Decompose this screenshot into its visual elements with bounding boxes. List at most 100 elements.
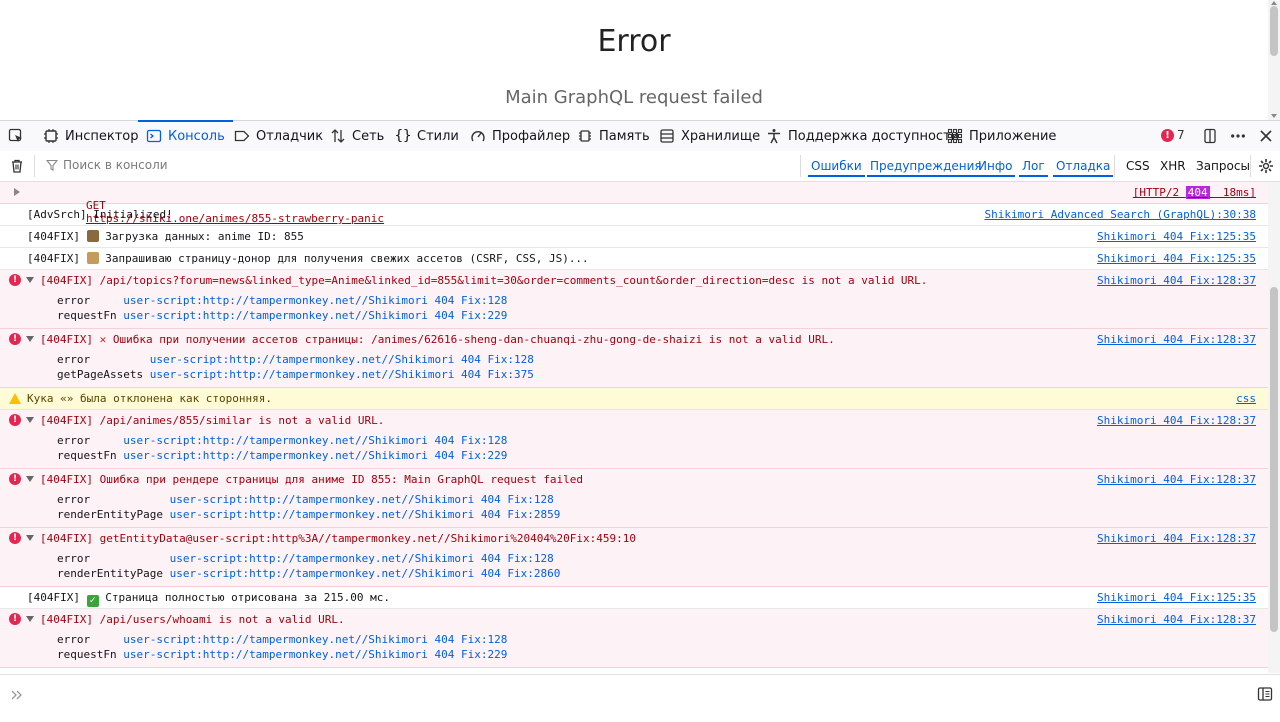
error-row[interactable]: ! [404FIX] getEntityData@user-script:htt… [0, 528, 1268, 587]
more-options-button[interactable] [1230, 121, 1246, 151]
page-subtitle: Main GraphQL request failed [505, 87, 763, 108]
collapse-icon[interactable] [26, 417, 34, 423]
close-icon [1258, 128, 1274, 144]
frame-location[interactable]: user-script:http://tampermonkey.net//Shi… [170, 493, 554, 506]
frame-function: requestFn [57, 309, 117, 322]
tab-inspector[interactable]: Инспектор [43, 121, 139, 151]
clear-console-button[interactable] [9, 158, 25, 177]
close-devtools-button[interactable] [1258, 121, 1274, 151]
filter-debug-toggle[interactable]: Отладка [1053, 159, 1114, 177]
scrollbar-thumb[interactable] [1270, 6, 1278, 56]
editor-mode-button[interactable] [1257, 686, 1273, 706]
error-icon: ! [9, 532, 21, 544]
dock-side-button[interactable] [1202, 121, 1218, 151]
tab-accessibility[interactable]: Поддержка доступности [766, 121, 959, 151]
log-source-link[interactable]: Shikimori 404 Fix:125:35 [1097, 591, 1256, 604]
tab-profiler[interactable]: Профайлер [470, 121, 570, 151]
tab-storage[interactable]: Хранилище [659, 121, 760, 151]
log-message: Страница полностью отрисована за 215.00 … [105, 591, 391, 604]
tab-label: Стили [417, 128, 459, 144]
log-source-link[interactable]: Shikimori 404 Fix:125:35 [1097, 230, 1256, 243]
frame-location[interactable]: user-script:http://tampermonkey.net//Shi… [170, 552, 554, 565]
error-row[interactable]: ! [404FIX] Ошибка при рендере страницы д… [0, 469, 1268, 528]
tab-console[interactable]: Консоль [138, 120, 233, 151]
collapse-icon[interactable] [26, 336, 34, 342]
console-icon [146, 128, 162, 144]
frame-location[interactable]: user-script:http://tampermonkey.net//Shi… [123, 309, 507, 322]
request-status[interactable]: [HTTP/2 404 18ms] [1133, 186, 1256, 199]
ellipsis-icon [1230, 128, 1246, 144]
collapse-icon[interactable] [26, 616, 34, 622]
scrollbar-thumb[interactable] [1270, 287, 1278, 632]
scroll-down-icon[interactable] [1271, 114, 1277, 118]
log-source-link[interactable]: Shikimori 404 Fix:128:37 [1097, 274, 1256, 287]
error-icon: ! [1161, 128, 1174, 142]
error-row[interactable]: ! [404FIX] ✕ Ошибка при получении ассето… [0, 329, 1268, 388]
expand-icon[interactable] [14, 188, 20, 196]
tab-styles[interactable]: {} Стили [395, 121, 459, 151]
frame-function: error [57, 353, 144, 366]
log-source-link[interactable]: Shikimori 404 Fix:128:37 [1097, 613, 1256, 626]
error-message: [404FIX] /api/topics?forum=news&linked_t… [40, 274, 928, 287]
filter-icon [46, 159, 58, 171]
console-search-input[interactable]: Поиск в консоли [46, 158, 168, 172]
stack-frame: error user-script:http://tampermonkey.ne… [57, 493, 554, 506]
console-output: GET https://shiki.one/animes/855-strawbe… [0, 182, 1268, 673]
log-prefix: [404FIX] [27, 252, 80, 265]
console-input[interactable] [0, 674, 1280, 722]
element-picker-button[interactable] [8, 121, 24, 151]
collapse-icon[interactable] [26, 535, 34, 541]
log-source-link[interactable]: Shikimori 404 Fix:128:37 [1097, 414, 1256, 427]
frame-location[interactable]: user-script:http://tampermonkey.net//Shi… [123, 434, 507, 447]
console-scrollbar[interactable] [1268, 182, 1280, 673]
filter-xhr-toggle[interactable]: XHR [1157, 159, 1189, 175]
filter-log-toggle[interactable]: Лог [1019, 159, 1048, 177]
tab-label: Поддержка доступности [788, 128, 960, 144]
page-scrollbar[interactable] [1268, 0, 1280, 120]
filter-info-toggle[interactable]: Инфо [975, 159, 1016, 177]
log-source-link[interactable]: Shikimori 404 Fix:128:37 [1097, 532, 1256, 545]
frame-location[interactable]: user-script:http://tampermonkey.net//Shi… [123, 633, 507, 646]
frame-location[interactable]: user-script:http://tampermonkey.net//Shi… [170, 508, 561, 521]
filter-requests-toggle[interactable]: Запросы [1193, 159, 1253, 175]
log-source-link[interactable]: Shikimori 404 Fix:125:35 [1097, 252, 1256, 265]
status-prefix: [HTTP/2 [1132, 186, 1186, 199]
error-row[interactable]: ! [404FIX] /api/users/whoami is not a va… [0, 609, 1268, 668]
error-count-badge[interactable]: ! 7 [1161, 128, 1185, 142]
collapse-icon[interactable] [26, 277, 34, 283]
collapse-icon[interactable] [26, 476, 34, 482]
frame-location[interactable]: user-script:http://tampermonkey.net//Shi… [123, 648, 507, 661]
network-log-row[interactable]: GET https://shiki.one/animes/855-strawbe… [0, 182, 1268, 225]
console-settings-button[interactable] [1258, 158, 1274, 177]
stack-frame: renderEntityPage user-script:http://tamp… [57, 508, 560, 521]
log-source-link[interactable]: Shikimori 404 Fix:128:37 [1097, 333, 1256, 346]
log-source-link[interactable]: Shikimori Advanced Search (GraphQL):30:3… [984, 208, 1256, 221]
filter-errors-toggle[interactable]: Ошибки [808, 159, 865, 177]
log-prefix: [404FIX] [27, 230, 80, 243]
log-source-link[interactable]: css [1236, 392, 1256, 405]
tab-debugger[interactable]: Отладчик [234, 121, 323, 151]
scroll-up-icon[interactable] [1271, 1, 1277, 5]
error-icon: ! [9, 613, 21, 625]
prompt-chevron-icon [10, 687, 24, 706]
filter-warnings-toggle[interactable]: Предупреждения [867, 159, 985, 177]
frame-location[interactable]: user-script:http://tampermonkey.net//Shi… [123, 294, 507, 307]
debugger-icon [234, 128, 250, 144]
filter-css-toggle[interactable]: CSS [1123, 159, 1153, 175]
frame-location[interactable]: user-script:http://tampermonkey.net//Shi… [123, 449, 507, 462]
error-icon: ! [9, 414, 21, 426]
error-row[interactable]: ! [404FIX] /api/topics?forum=news&linked… [0, 270, 1268, 329]
log-message: Загрузка данных: anime ID: 855 [105, 230, 304, 243]
frame-location[interactable]: user-script:http://tampermonkey.net//Shi… [150, 368, 534, 381]
error-row[interactable]: ! [404FIX] /api/animes/855/similar is no… [0, 410, 1268, 469]
frame-location[interactable]: user-script:http://tampermonkey.net//Shi… [170, 567, 561, 580]
error-icon: ! [9, 333, 21, 345]
log-message: Запрашиваю страницу-донор для получения … [105, 252, 589, 265]
error-count: 7 [1177, 128, 1185, 142]
tab-application[interactable]: Приложение [947, 121, 1056, 151]
frame-location[interactable]: user-script:http://tampermonkey.net//Shi… [150, 353, 534, 366]
warning-row[interactable]: Кука «» была отклонена как сторонняя. cs… [0, 388, 1268, 410]
tab-memory[interactable]: Память [577, 121, 650, 151]
tab-network[interactable]: Сеть [330, 121, 384, 151]
log-source-link[interactable]: Shikimori 404 Fix:128:37 [1097, 473, 1256, 486]
